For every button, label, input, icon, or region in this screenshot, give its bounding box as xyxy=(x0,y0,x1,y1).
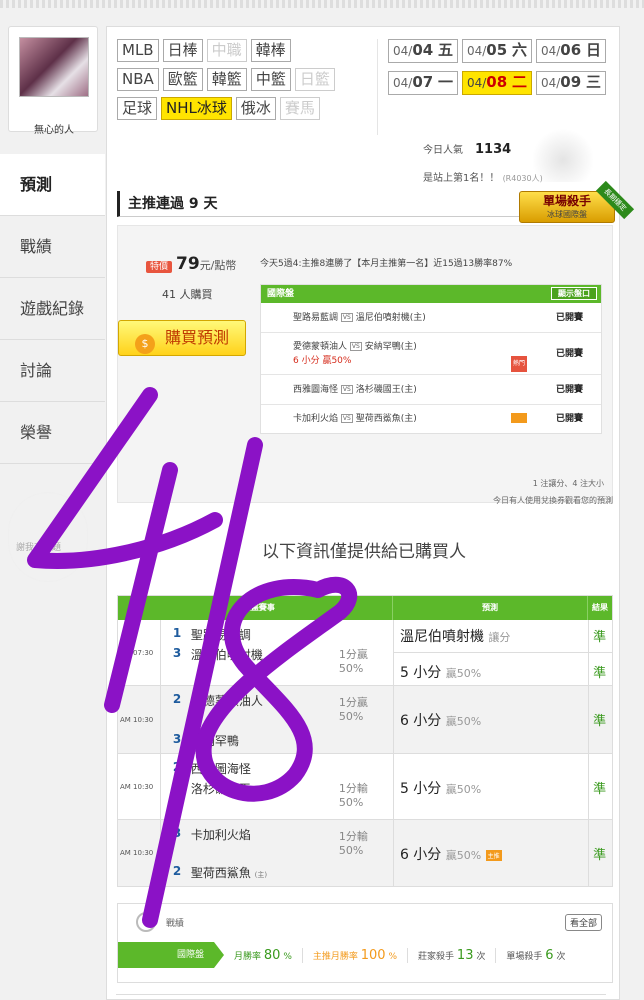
popularity: 今日人氣 1134 xyxy=(423,142,512,157)
bank-killer: 莊家殺手 13 次 xyxy=(408,947,497,963)
exchange-note: 今日有人使用兌換券觀看您的預測 xyxy=(493,496,613,505)
sale-badge: 特價 xyxy=(146,261,173,273)
game-table: 國際盤賽事 預測 結果 AM 07:30 1 聖路易藍調 3 溫尼伯噴射機 1分贏 5… xyxy=(117,595,614,887)
pick-row: 卡加利火焰 VS 聖荷西鯊魚(主) 主推 已開賽 xyxy=(293,413,583,424)
sport-horse-racing[interactable]: 賽馬 xyxy=(279,97,320,120)
bottom-border xyxy=(116,994,606,1000)
table-row: AM 10:30 2 愛德蒙頓油人 3 安納罕鴨 1分贏 50% 6 小分 贏50% … xyxy=(118,686,612,754)
show-odds-button[interactable]: 顯示盤口 xyxy=(551,287,597,300)
sport-mlb[interactable]: MLB xyxy=(117,39,159,62)
table-row: AM 07:30 1 聖路易藍調 3 溫尼伯噴射機 1分贏 50% 溫尼伯噴射機 讓分… xyxy=(118,620,614,686)
pick-row: 聖路易藍調 VS 溫尼伯噴射機(主) 已開賽 xyxy=(261,303,601,333)
coin-icon: $ xyxy=(134,334,155,354)
month-winrate: 月勝率 80 % xyxy=(214,947,303,963)
sport-soccer[interactable]: 足球 xyxy=(117,97,158,120)
sport-nba[interactable]: NBA xyxy=(117,68,159,91)
game-table-header: 國際盤賽事 預測 結果 xyxy=(118,596,612,620)
sport-cpbl[interactable]: 中職 xyxy=(206,39,247,62)
date-0409[interactable]: 04/09 三 xyxy=(535,71,606,95)
date-0406[interactable]: 04/06 日 xyxy=(535,39,606,63)
help-text[interactable]: 謝我有問題 xyxy=(16,540,61,553)
pick-table-header: 國際盤 顯示盤口 xyxy=(261,285,601,303)
date-0407[interactable]: 04/07 一 xyxy=(388,71,458,95)
table-row: AM 10:30 3 卡加利火焰 2 聖荷西鯊魚 (主) 1分輸 50% 6 小分 贏… xyxy=(118,820,612,886)
date-0408[interactable]: 04/08 二 xyxy=(461,71,532,95)
pick-table: 國際盤 顯示盤口 聖路易藍調 VS 溫尼伯噴射機(主) 已開賽 愛德蒙頓油人 VS … xyxy=(260,284,602,434)
sport-russia-hockey[interactable]: 俄冰 xyxy=(235,97,276,120)
target-icon xyxy=(136,912,156,932)
pick-row: 愛德蒙頓油人 VS 安納罕鴨(主) 6 小分 贏50% 熱門 已開賽 xyxy=(261,333,601,375)
sidebar-item-predictions[interactable]: 預測 xyxy=(0,154,105,216)
pick-row: 西雅圖海怪 VS 洛杉磯國王(主) 已開賽 xyxy=(261,375,601,405)
date-selector: 04/04 五 04/05 六 04/06 日 04/07 一 04/08 二 … xyxy=(388,39,610,103)
locked-message: 以下資訊僅提供給已購買人 xyxy=(262,542,466,562)
sidebar-item-game-history[interactable]: 遊戲紀錄 xyxy=(0,278,105,340)
profile-card[interactable]: 無心的人 xyxy=(8,26,98,136)
date-0404[interactable]: 04/04 五 xyxy=(388,39,458,63)
stats-bar: 國際盤 月勝率 80 % 主推月勝率 100 % 莊家殺手 13 次 單場殺手 … xyxy=(118,942,612,968)
record-summary: 今天5過4:主推8連勝了【本月主推第一名】近15過13勝率87% xyxy=(260,259,513,269)
stats-tab[interactable]: 國際盤 xyxy=(118,942,224,968)
sport-filter: MLB 日棒 中職 韓棒 NBA 歐籃 韓籃 中籃 日籃 足球 NHL冰球 俄冰… xyxy=(117,39,377,126)
sport-japan-basketball[interactable]: 日籃 xyxy=(294,68,335,91)
sport-china-basketball[interactable]: 中籃 xyxy=(250,68,291,91)
sidebar-item-honors[interactable]: 榮譽 xyxy=(0,402,105,464)
top-border xyxy=(0,0,644,8)
table-row: AM 10:30 2 西雅圖海怪 1 洛杉磯國王 (主) 1分輸 50% 5 小分 贏… xyxy=(118,754,612,820)
lightbulb-icon[interactable] xyxy=(8,492,88,582)
main-content: MLB 日棒 中職 韓棒 NBA 歐籃 韓籃 中籃 日籃 足球 NHL冰球 俄冰… xyxy=(106,26,635,1000)
avatar[interactable] xyxy=(19,37,89,97)
prediction-panel: 特價 79元/點幣 41 人購買 $ 購買預測 今天5過4:主推8連勝了【本月主推第… xyxy=(117,225,613,503)
stats-box: 戰績 看全部 國際盤 月勝率 80 % 主推月勝率 100 % 莊家殺手 13 … xyxy=(117,903,613,983)
sidebar-item-discussion[interactable]: 討論 xyxy=(0,340,105,402)
main-winrate: 主推月勝率 100 % xyxy=(303,947,409,963)
sport-npb[interactable]: 日棒 xyxy=(162,39,203,62)
sport-korea-basketball[interactable]: 韓籃 xyxy=(206,68,247,91)
buy-prediction-button[interactable]: $ 購買預測 xyxy=(118,320,246,356)
sport-kbo[interactable]: 韓棒 xyxy=(250,39,291,62)
sidebar: 無心的人 預測 戰績 遊戲紀錄 討論 榮譽 謝我有問題 xyxy=(0,22,105,1000)
sport-nhl[interactable]: NHL冰球 xyxy=(161,97,232,120)
sidebar-item-record[interactable]: 戰績 xyxy=(0,216,105,278)
rank-note: 是站上第1名！！ (R4030人) xyxy=(423,173,543,184)
date-0405[interactable]: 04/05 六 xyxy=(461,39,532,63)
divider xyxy=(377,39,378,135)
buyer-count: 41 人購買 xyxy=(162,288,213,301)
pick-note: 1 注讓分、4 注大小 xyxy=(532,479,604,488)
price: 特價 79元/點幣 xyxy=(146,254,236,274)
stats-title: 戰績 xyxy=(166,919,185,929)
side-nav: 預測 戰績 遊戲紀錄 討論 榮譽 xyxy=(0,154,105,464)
view-all-button[interactable]: 看全部 xyxy=(564,914,602,931)
username: 無心的人 xyxy=(34,125,74,136)
sport-euro-basketball[interactable]: 歐籃 xyxy=(162,68,203,91)
single-killer: 單場殺手 6 次 xyxy=(506,947,566,963)
